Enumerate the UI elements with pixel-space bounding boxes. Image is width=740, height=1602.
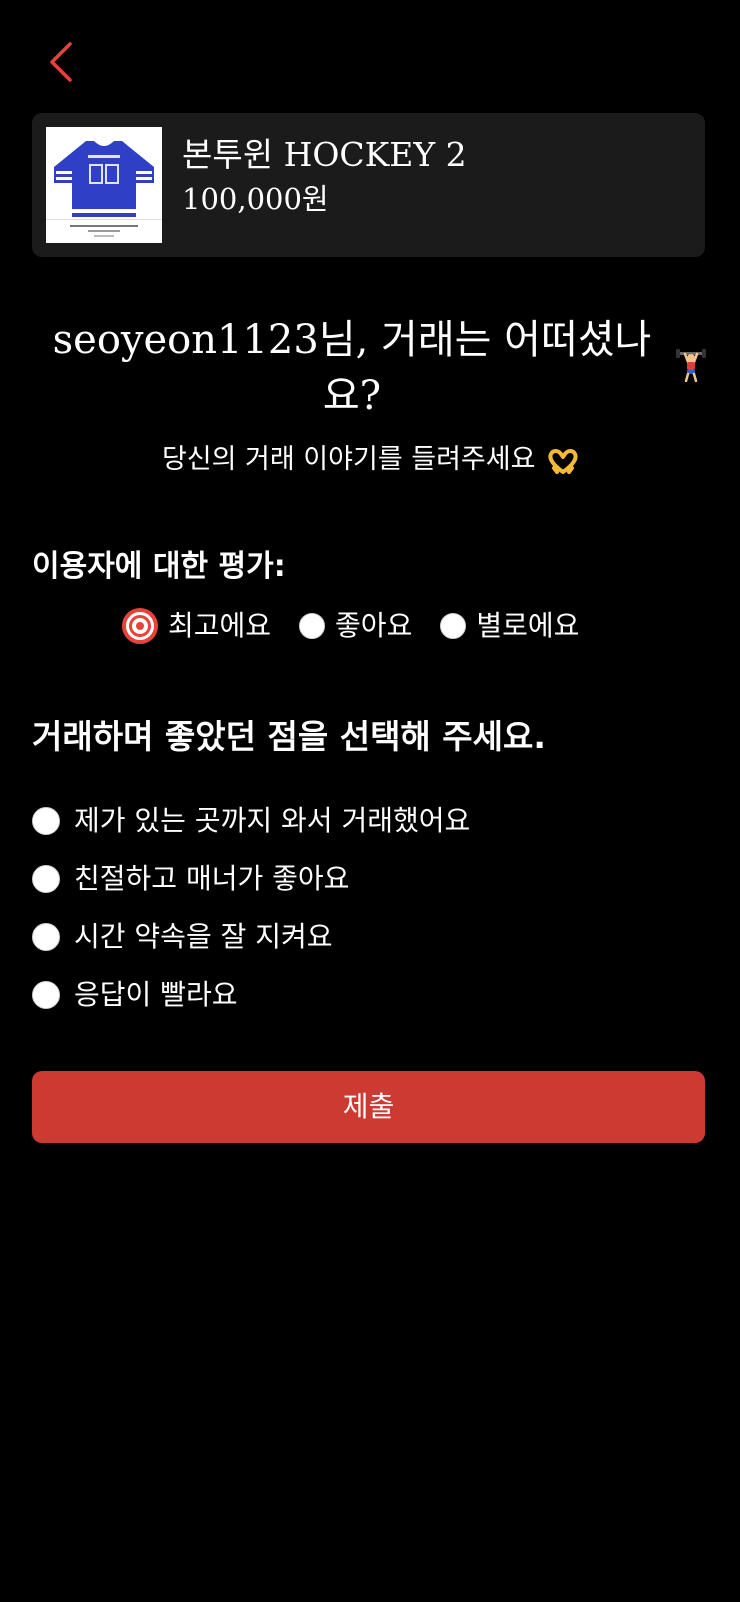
good-point-label: 시간 약속을 잘 지켜요 xyxy=(74,920,333,953)
good-points-list: 제가 있는 곳까지 와서 거래했어요 친절하고 매너가 좋아요 시간 약속을 잘… xyxy=(32,792,470,1024)
radio-selected-icon[interactable] xyxy=(122,608,158,644)
submit-button[interactable]: 제출 xyxy=(32,1071,705,1143)
radio-icon[interactable] xyxy=(440,613,467,639)
good-point-option[interactable]: 시간 약속을 잘 지켜요 xyxy=(32,908,470,966)
product-price: 100,000원 xyxy=(182,182,329,216)
good-point-option[interactable]: 친절하고 매너가 좋아요 xyxy=(32,850,470,908)
rating-option-label: 좋아요 xyxy=(335,609,413,642)
product-thumbnail xyxy=(46,127,162,243)
good-points-label: 거래하며 좋았던 점을 선택해 주세요. xyxy=(32,717,546,756)
radio-icon[interactable] xyxy=(32,807,60,835)
back-button[interactable] xyxy=(40,36,84,88)
good-point-option[interactable]: 응답이 빨라요 xyxy=(32,966,470,1024)
heart-hands-emoji xyxy=(548,449,578,474)
chevron-left-icon xyxy=(50,42,72,82)
good-point-label: 응답이 빨라요 xyxy=(74,978,238,1011)
good-point-option[interactable]: 제가 있는 곳까지 와서 거래했어요 xyxy=(32,792,470,850)
rating-option-best[interactable]: 최고에요 xyxy=(120,606,271,646)
radio-icon[interactable] xyxy=(299,613,326,639)
hockey-jersey-image xyxy=(46,127,162,243)
product-name: 본투윈 HOCKEY 2 xyxy=(182,135,467,174)
good-point-label: 제가 있는 곳까지 와서 거래했어요 xyxy=(74,804,471,837)
rating-options: 최고에요 좋아요 별로에요 xyxy=(120,604,607,648)
radio-icon[interactable] xyxy=(32,981,60,1009)
product-card[interactable]: 본투윈 HOCKEY 2 100,000원 xyxy=(32,113,705,257)
subtitle: 당신의 거래 이야기를 들려주세요 xyxy=(0,440,740,480)
page-title: seoyeon1123님, 거래는 어떠셨나요? xyxy=(52,317,652,419)
rating-label: 이용자에 대한 평가: xyxy=(32,549,286,584)
rating-option-bad[interactable]: 별로에요 xyxy=(440,606,579,646)
weight-lifter-emoji xyxy=(676,349,706,382)
radio-icon[interactable] xyxy=(32,923,60,951)
radio-icon[interactable] xyxy=(32,865,60,893)
rating-option-good[interactable]: 좋아요 xyxy=(299,606,412,646)
subtitle-text: 당신의 거래 이야기를 들려주세요 xyxy=(161,444,536,475)
rating-option-label: 별로에요 xyxy=(476,609,580,642)
good-point-label: 친절하고 매너가 좋아요 xyxy=(74,862,350,895)
rating-option-label: 최고에요 xyxy=(168,609,272,642)
